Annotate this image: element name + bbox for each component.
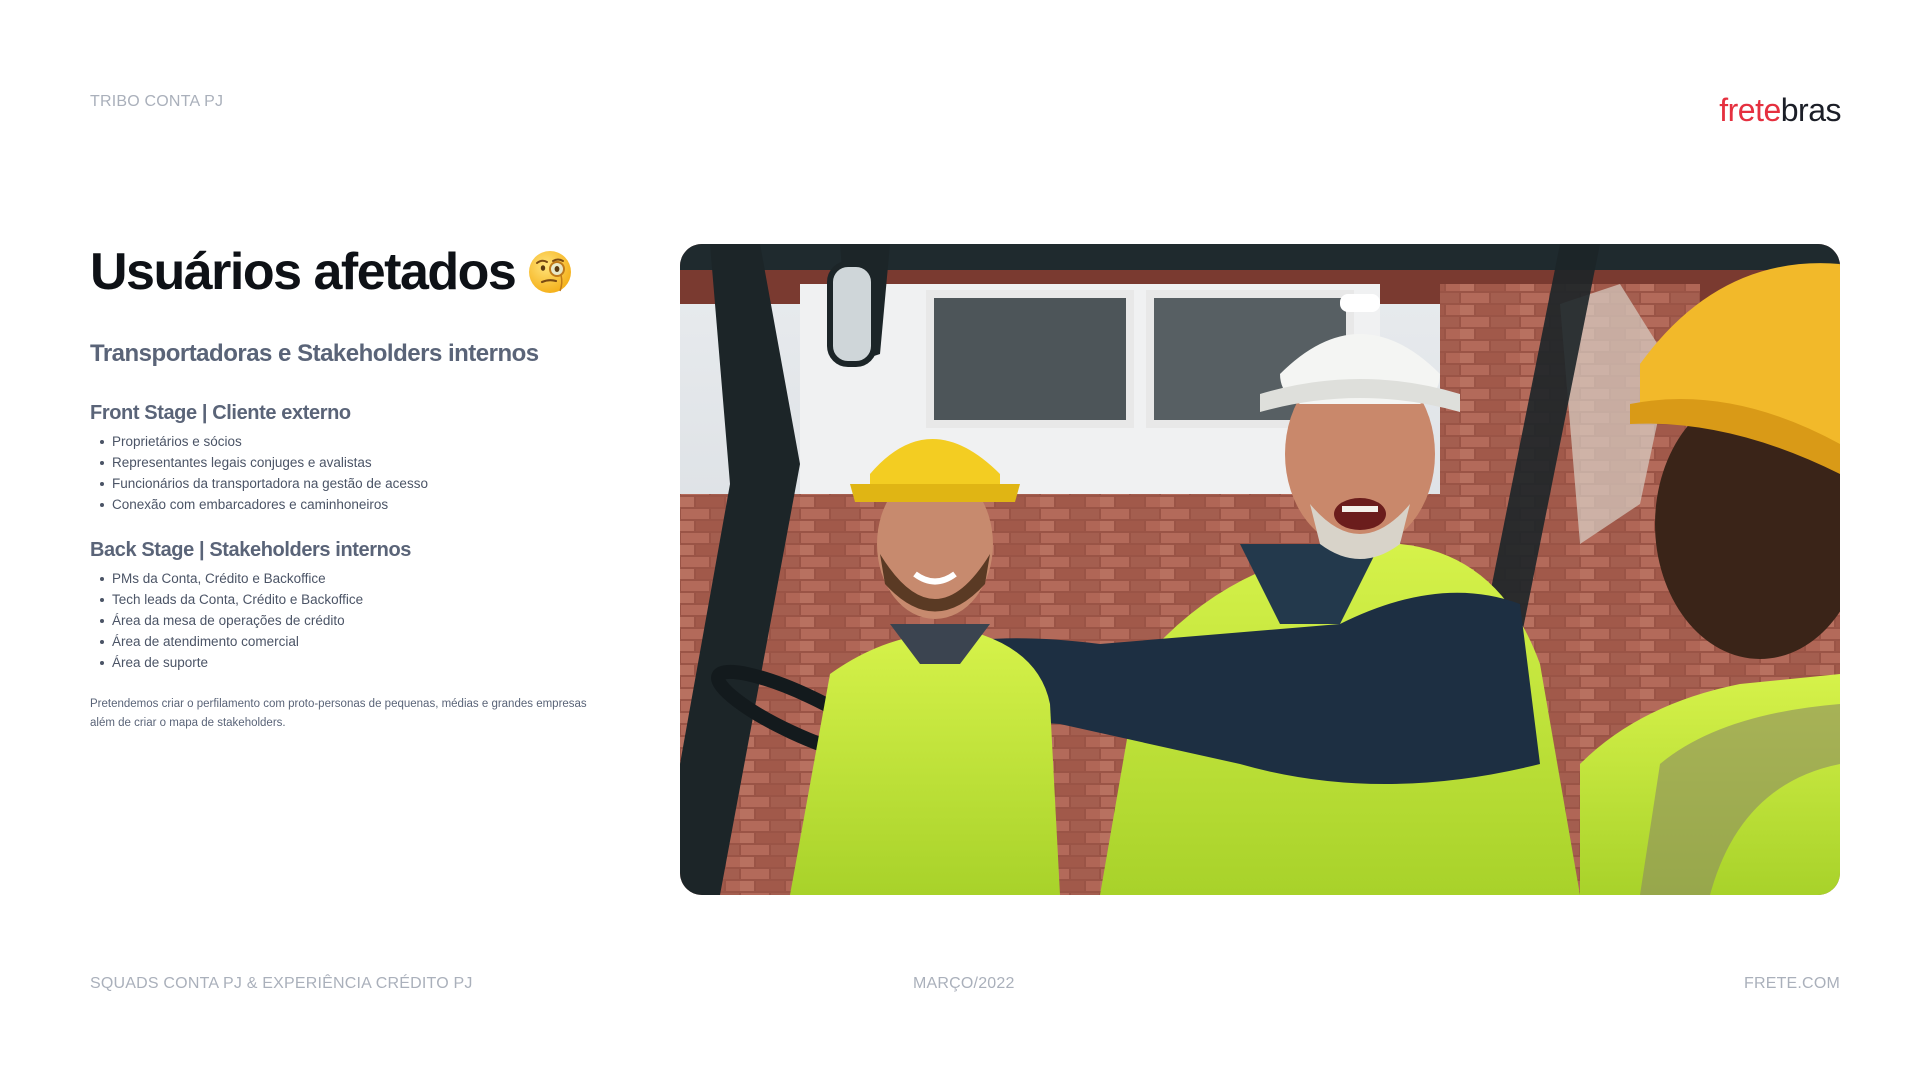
tribe-label: TRIBO CONTA PJ — [90, 93, 224, 110]
back-stage-heading: Back Stage | Stakeholders internos — [90, 539, 411, 561]
list-item: Área de suporte — [100, 652, 411, 673]
back-stage-section: Back Stage | Stakeholders internos PMs d… — [90, 539, 411, 673]
slide: TRIBO CONTA PJ fretebras Usuários afetad… — [0, 0, 1920, 1080]
list-item: PMs da Conta, Crédito e Backoffice — [100, 568, 411, 589]
list-item: Área da mesa de operações de crédito — [100, 610, 411, 631]
footer-site: FRETE.COM — [1743, 975, 1840, 992]
logo-part-bras: bras — [1780, 92, 1842, 128]
workers-forklift-photo — [680, 244, 1840, 895]
footer-date: MARÇO/2022 — [913, 975, 1015, 992]
note-line-1: Pretendemos criar o perfilamento com pro… — [90, 698, 587, 710]
back-stage-list: PMs da Conta, Crédito e Backoffice Tech … — [90, 568, 411, 673]
fretebras-logo: fretebras — [1719, 92, 1841, 129]
front-stage-section: Front Stage | Cliente externo Proprietár… — [90, 402, 428, 515]
footer-squads: SQUADS CONTA PJ & EXPERIÊNCIA CRÉDITO PJ — [90, 975, 473, 992]
workers-photo-illustration — [680, 244, 1840, 895]
front-stage-list: Proprietários e sócios Representantes le… — [90, 431, 428, 515]
note-line-2: além de criar o mapa de stakeholders. — [90, 717, 286, 729]
list-item: Tech leads da Conta, Crédito e Backoffic… — [100, 589, 411, 610]
subtitle: Transportadoras e Stakeholders internos — [90, 340, 539, 367]
logo-part-frete: frete — [1719, 92, 1781, 128]
note-text: Pretendemos criar o perfilamento com pro… — [90, 695, 660, 733]
list-item: Proprietários e sócios — [100, 431, 428, 452]
page-title: Usuários afetados — [90, 243, 517, 301]
list-item: Funcionários da transportadora na gestão… — [100, 473, 428, 494]
face-with-monocle-icon — [529, 251, 572, 293]
list-item: Área de atendimento comercial — [100, 631, 411, 652]
front-stage-heading: Front Stage | Cliente externo — [90, 402, 351, 424]
title-row: Usuários afetados — [90, 242, 573, 302]
list-item: Conexão com embarcadores e caminhoneiros — [100, 494, 428, 515]
list-item: Representantes legais conjuges e avalist… — [100, 452, 428, 473]
